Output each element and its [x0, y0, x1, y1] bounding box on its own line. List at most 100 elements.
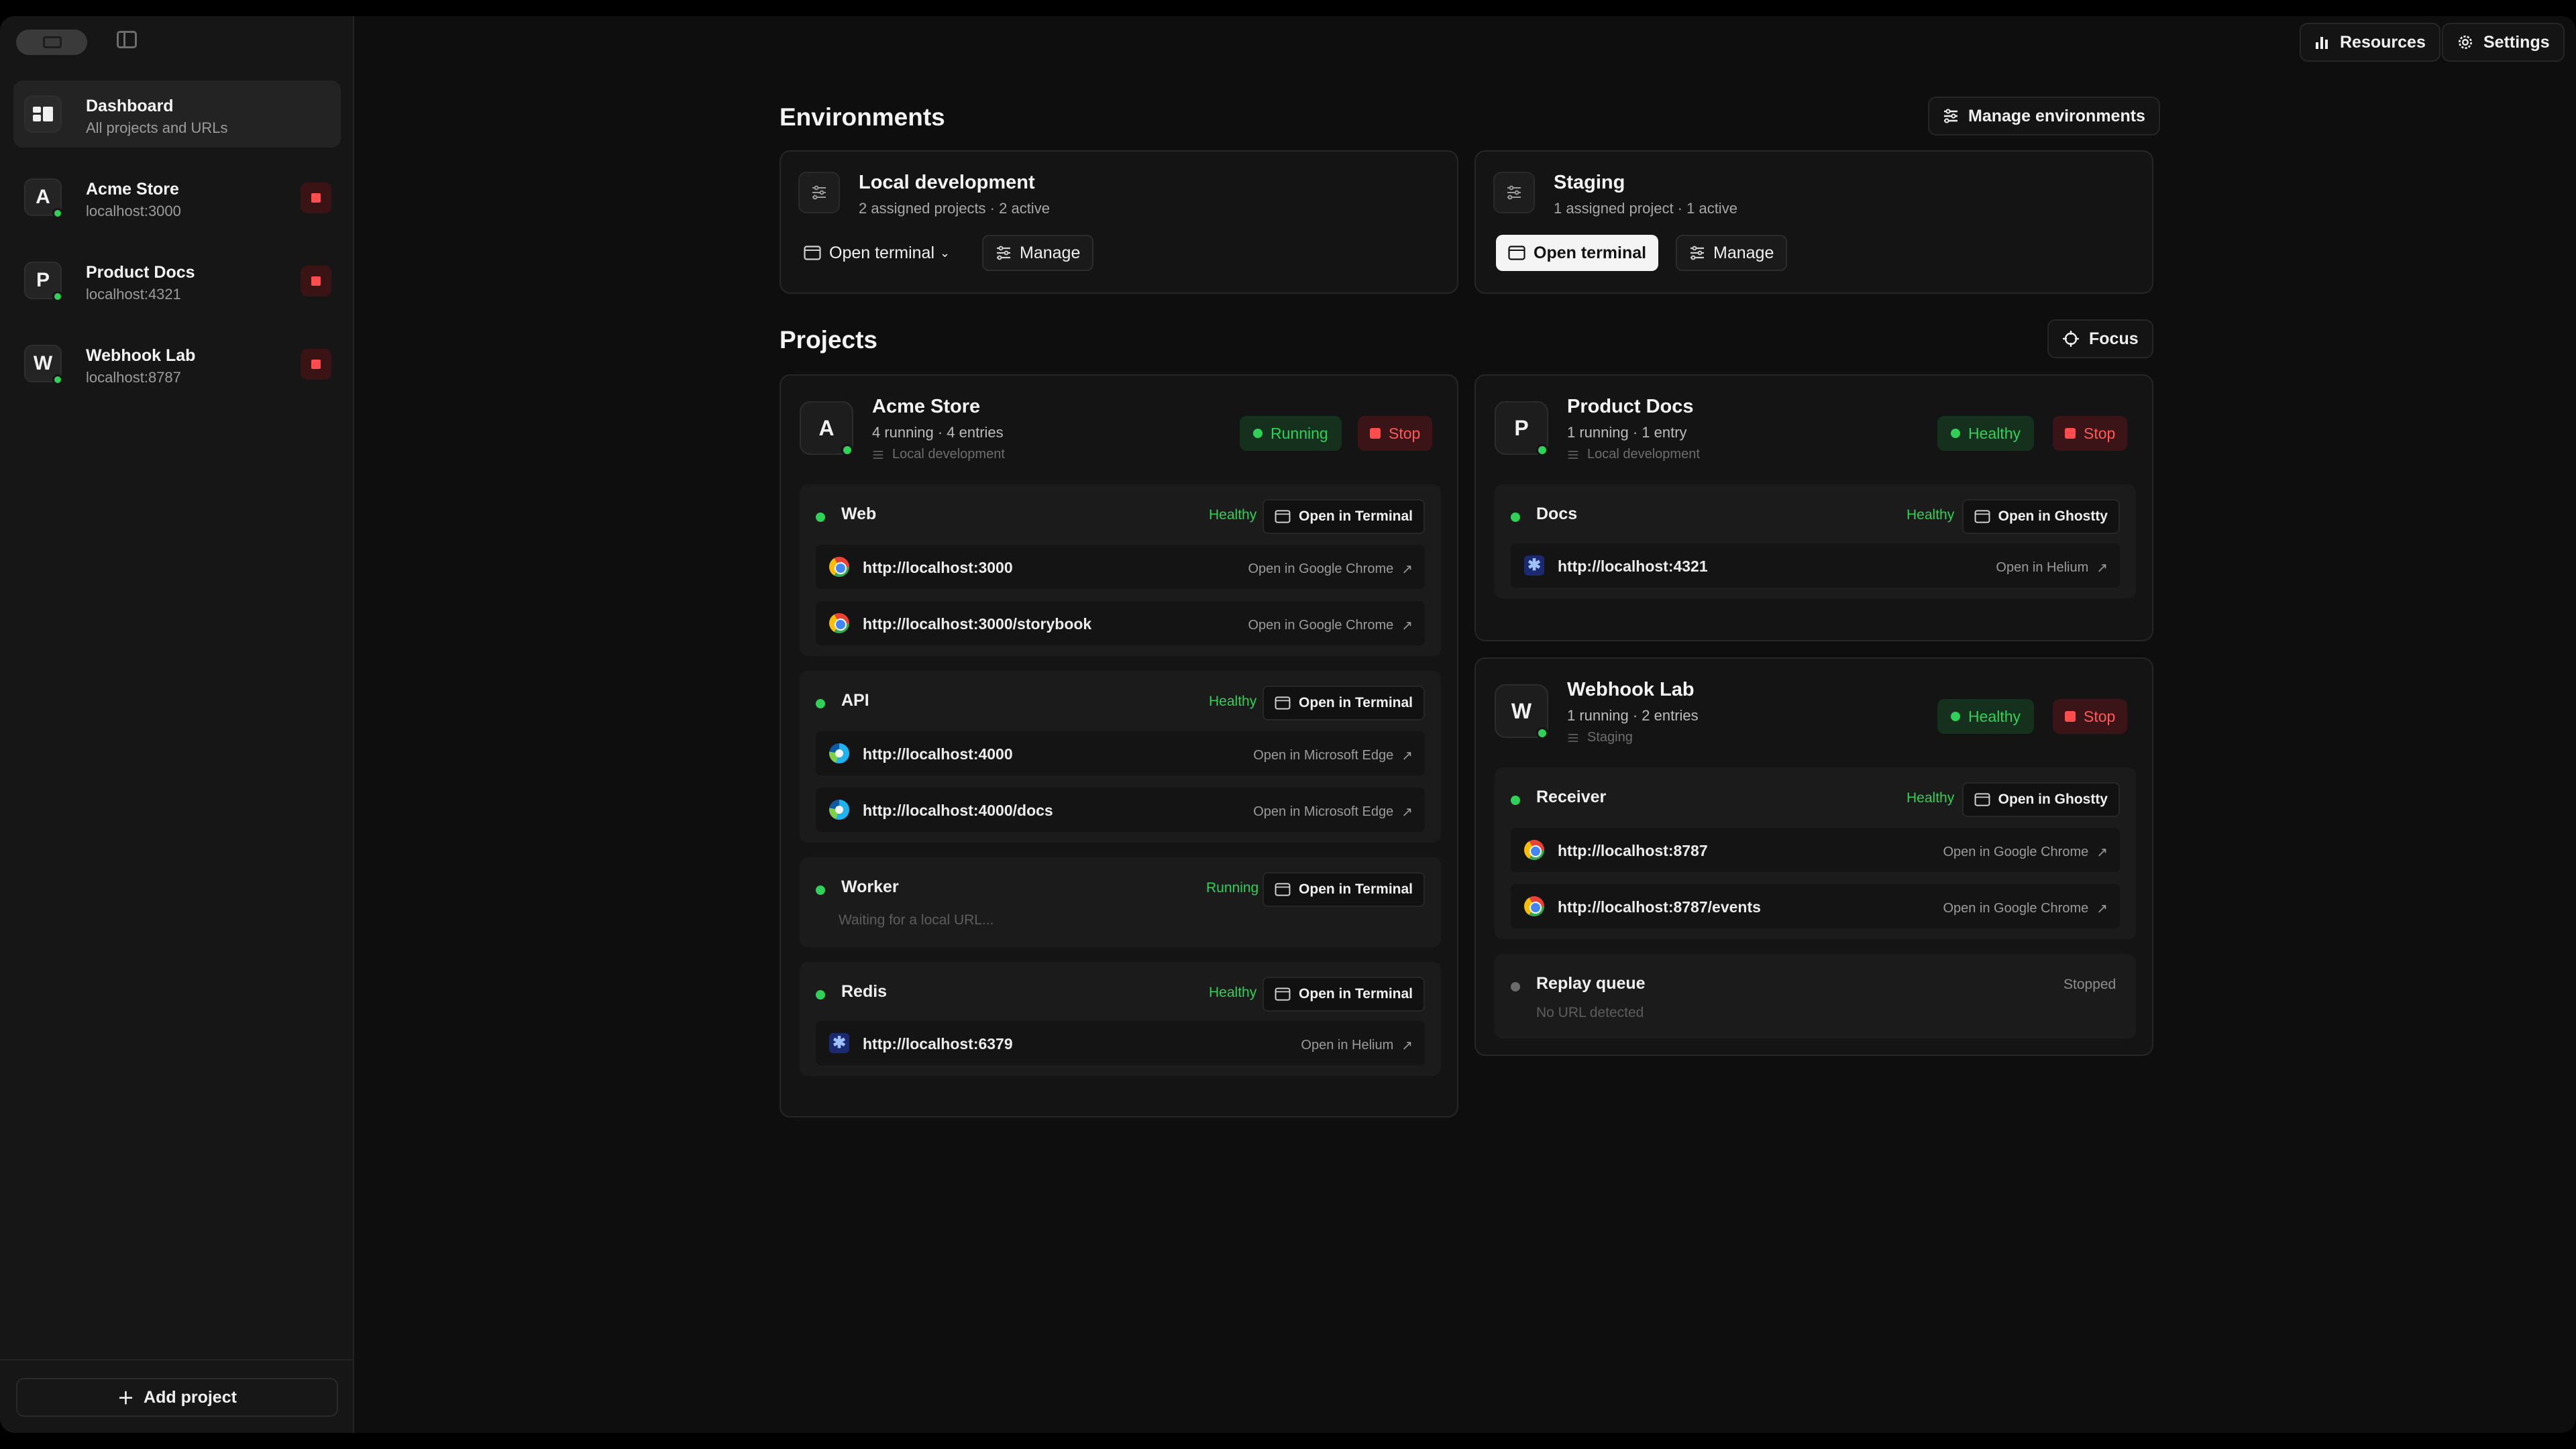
window-mode-button[interactable] [16, 30, 87, 55]
manage-label: Manage [1020, 243, 1081, 262]
terminal-icon [1275, 510, 1291, 523]
url-row[interactable]: http://localhost:8787/events Open in Goo… [1511, 884, 2120, 928]
sidebar-item-product-docs[interactable]: P Product Docs localhost:4321 [13, 247, 341, 314]
open-url-link[interactable]: Open in Helium ↗ [1301, 1037, 1413, 1054]
environment-label: Staging [1587, 730, 1633, 745]
url-text: http://localhost:8787/events [1558, 898, 1761, 916]
resources-label: Resources [2340, 32, 2426, 52]
url-row[interactable]: ✱ http://localhost:6379 Open in Helium ↗ [816, 1021, 1425, 1065]
open-in-terminal-label: Open in Terminal [1299, 881, 1413, 897]
open-in-ghostty-button[interactable]: Open in Ghostty [1962, 782, 2120, 817]
open-terminal-dropdown[interactable]: Open terminal ⌄ [781, 235, 962, 271]
open-in-ghostty-label: Open in Ghostty [1998, 792, 2108, 807]
manage-button[interactable]: Manage [1676, 235, 1788, 271]
open-terminal-label: Open terminal [1534, 243, 1647, 262]
open-in-terminal-label: Open in Terminal [1299, 695, 1413, 710]
open-url-link[interactable]: Open in Google Chrome ↗ [1943, 900, 2108, 917]
service-name: Web [841, 504, 877, 523]
open-url-link[interactable]: Open in Google Chrome ↗ [1943, 844, 2108, 861]
open-url-label: Open in Microsoft Edge [1253, 804, 1394, 819]
url-row[interactable]: ✱ http://localhost:4321 Open in Helium ↗ [1511, 543, 2120, 588]
stop-button[interactable]: Stop [1358, 416, 1433, 451]
open-url-label: Open in Microsoft Edge [1253, 748, 1394, 763]
sidebar-footer: ＋ Add project [0, 1359, 354, 1433]
sliders-icon [798, 172, 840, 213]
open-url-label: Open in Helium [1301, 1038, 1394, 1053]
arrow-up-right-icon: ↗ [1401, 805, 1413, 820]
open-terminal-button[interactable]: Open terminal [1496, 235, 1659, 271]
sliders-icon [1944, 109, 1957, 123]
edge-icon [829, 743, 849, 763]
environment-summary: 1 assigned project · 1 active [1554, 200, 1737, 217]
settings-label: Settings [2483, 32, 2550, 52]
open-url-link[interactable]: Open in Google Chrome ↗ [1248, 561, 1413, 578]
arrow-up-right-icon: ↗ [1401, 1038, 1413, 1053]
terminal-icon [1275, 696, 1291, 710]
sidebar-item-acme-store[interactable]: A Acme Store localhost:3000 [13, 164, 341, 231]
project-title: Acme Store [872, 396, 981, 417]
url-row[interactable]: http://localhost:3000/storybook Open in … [816, 601, 1425, 645]
focus-button[interactable]: Focus [2047, 319, 2153, 358]
url-text: http://localhost:4000/docs [863, 802, 1053, 819]
url-row[interactable]: http://localhost:4000/docs Open in Micro… [816, 788, 1425, 832]
open-in-ghostty-label: Open in Ghostty [1998, 508, 2108, 524]
service-name: Receiver [1536, 788, 1607, 806]
service-status: Healthy [1907, 507, 1955, 523]
environment-label: Local development [892, 447, 1005, 462]
terminal-icon [1508, 246, 1525, 260]
sidebar-item-sublabel: localhost:4321 [86, 286, 181, 303]
chrome-icon [1524, 840, 1544, 860]
open-url-label: Open in Google Chrome [1248, 561, 1394, 576]
open-url-link[interactable]: Open in Microsoft Edge ↗ [1253, 747, 1413, 764]
service-name: Worker [841, 877, 899, 896]
service-web: Web Healthy Open in Terminal http://loca… [800, 484, 1441, 656]
project-card-acme-store: A Acme Store 4 running · 4 entries Local… [780, 374, 1458, 1118]
open-url-link[interactable]: Open in Microsoft Edge ↗ [1253, 804, 1413, 820]
open-in-terminal-button[interactable]: Open in Terminal [1263, 872, 1425, 907]
url-row[interactable]: http://localhost:3000 Open in Google Chr… [816, 545, 1425, 589]
resources-button[interactable]: Resources [2300, 23, 2440, 62]
manage-button[interactable]: Manage [982, 235, 1094, 271]
open-in-terminal-label: Open in Terminal [1299, 508, 1413, 524]
stop-icon [1370, 428, 1381, 439]
open-in-terminal-button[interactable]: Open in Terminal [1263, 686, 1425, 720]
sliders-icon [1568, 450, 1578, 459]
manage-environments-button[interactable]: Manage environments [1928, 97, 2160, 136]
open-url-link[interactable]: Open in Helium ↗ [1996, 559, 2108, 576]
project-environment: Staging [1567, 730, 1633, 745]
url-row[interactable]: http://localhost:4000 Open in Microsoft … [816, 731, 1425, 775]
stop-icon [2065, 711, 2076, 722]
add-project-button[interactable]: ＋ Add project [16, 1378, 338, 1417]
sidebar-item-webhook-lab[interactable]: W Webhook Lab localhost:8787 [13, 330, 341, 397]
sidebar-item-dashboard[interactable]: Dashboard All projects and URLs [13, 80, 341, 148]
open-in-terminal-button[interactable]: Open in Terminal [1263, 977, 1425, 1012]
url-text: http://localhost:3000/storybook [863, 615, 1092, 633]
status-dot [52, 208, 63, 219]
service-replay-queue: Replay queue Stopped No URL detected [1495, 954, 2136, 1038]
url-row[interactable]: http://localhost:8787 Open in Google Chr… [1511, 828, 2120, 872]
stop-button[interactable] [301, 182, 331, 213]
status-dot [1536, 727, 1548, 739]
status-badge-label: Healthy [1968, 707, 2021, 725]
plus-icon: ＋ [117, 1389, 135, 1408]
stop-button[interactable]: Stop [2053, 416, 2128, 451]
helium-icon: ✱ [1524, 555, 1544, 576]
project-summary: 1 running · 2 entries [1567, 707, 1699, 724]
stop-button[interactable] [301, 266, 331, 297]
settings-button[interactable]: Settings [2442, 23, 2565, 62]
service-status: Healthy [1209, 507, 1257, 523]
sidebar-toggle-icon[interactable] [117, 31, 137, 48]
stop-button[interactable]: Stop [2053, 699, 2128, 734]
environment-card-local: Local development 2 assigned projects · … [780, 150, 1458, 294]
open-in-ghostty-button[interactable]: Open in Ghostty [1962, 499, 2120, 534]
open-url-link[interactable]: Open in Google Chrome ↗ [1248, 617, 1413, 634]
stop-label: Stop [2084, 424, 2116, 442]
environments-title: Environments [780, 103, 945, 131]
open-url-label: Open in Google Chrome [1943, 901, 2089, 916]
status-badge: Healthy [1937, 699, 2034, 734]
open-in-terminal-button[interactable]: Open in Terminal [1263, 499, 1425, 534]
manage-environments-label: Manage environments [1968, 106, 2145, 125]
terminal-icon [1275, 987, 1291, 1001]
stop-button[interactable] [301, 349, 331, 380]
environment-label: Local development [1587, 447, 1700, 462]
